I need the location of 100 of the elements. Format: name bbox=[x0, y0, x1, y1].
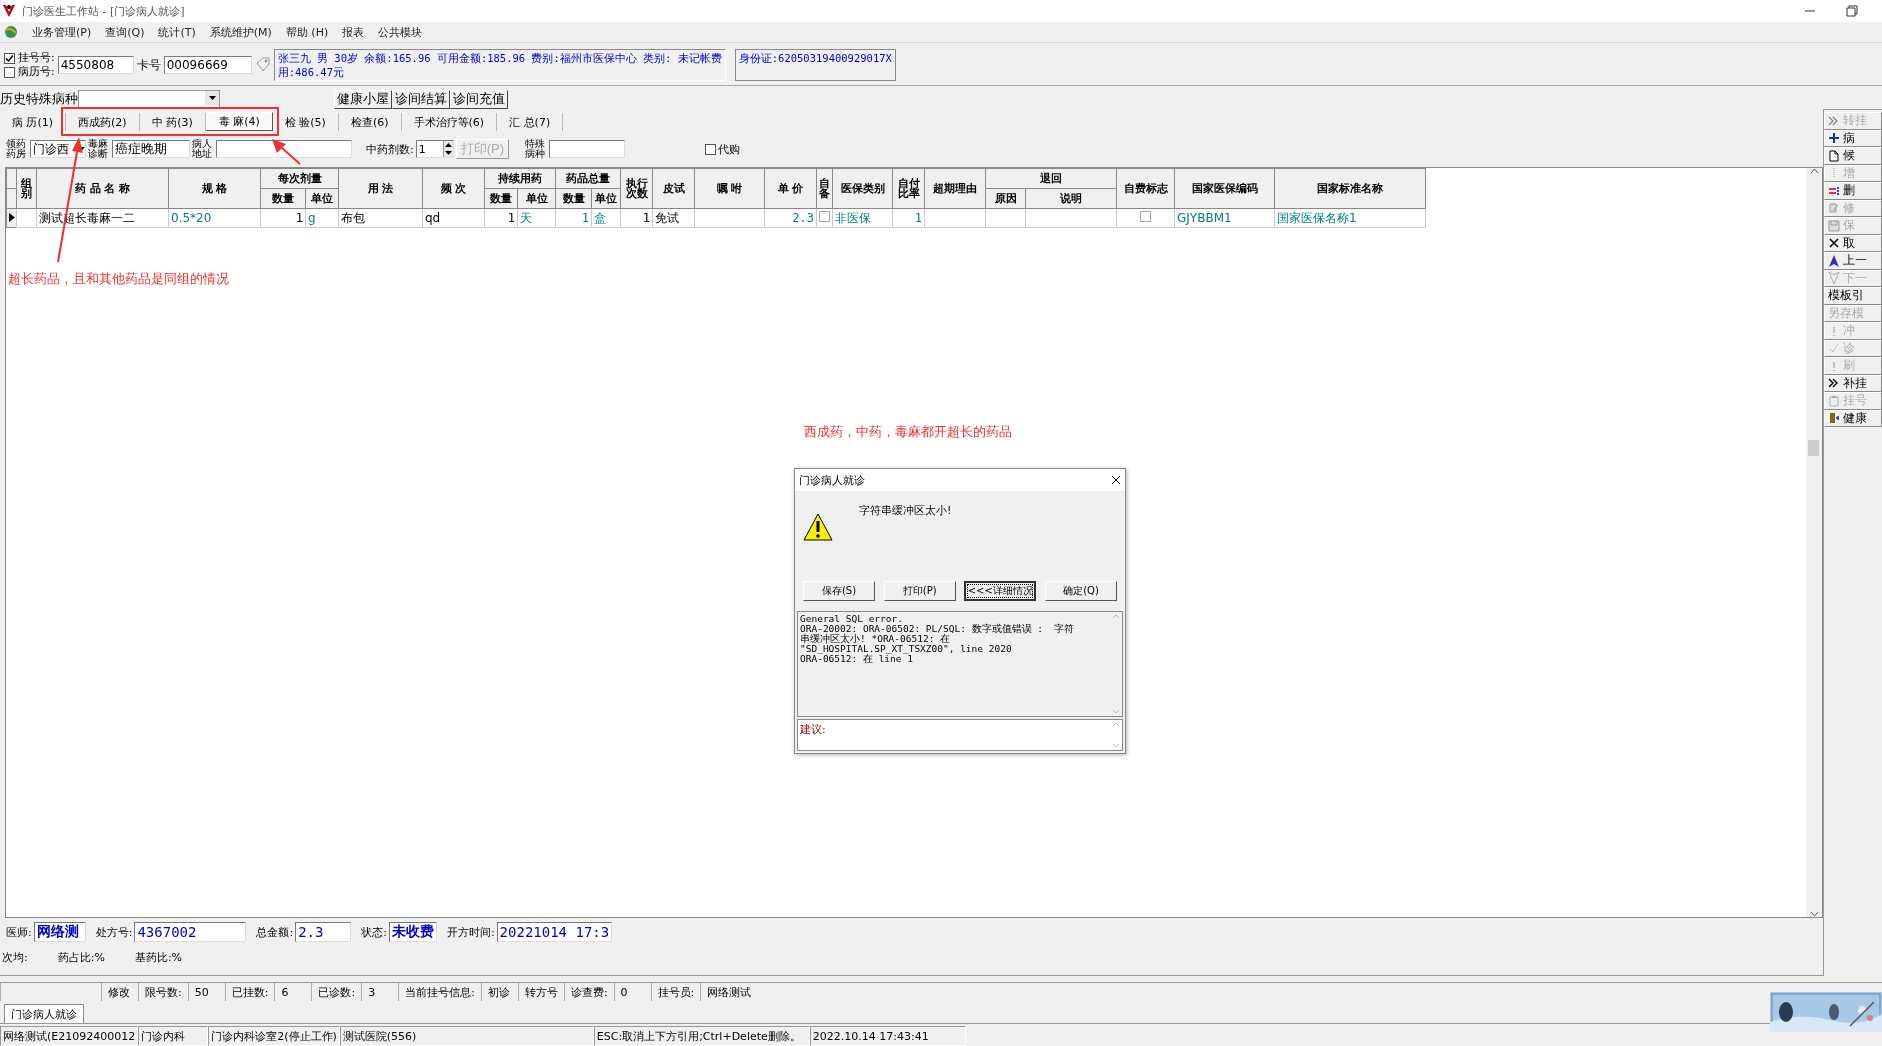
status-cell: 挂号员: bbox=[650, 983, 701, 1001]
window-title: 门诊医生工作站 - [门诊病人就诊] bbox=[22, 3, 185, 19]
close-icon[interactable] bbox=[1111, 475, 1121, 485]
registration-field[interactable]: 4550808 bbox=[57, 56, 134, 74]
tab[interactable]: 检 验(5) bbox=[272, 113, 339, 131]
floppy-icon bbox=[1828, 219, 1840, 232]
checkbox[interactable] bbox=[705, 143, 717, 155]
status-cell: 初诊 bbox=[480, 983, 518, 1001]
column-header: 频 次 bbox=[422, 168, 485, 209]
special-field[interactable] bbox=[549, 140, 626, 158]
double-chevron-icon bbox=[1828, 114, 1840, 127]
doses-spinner[interactable]: 1 bbox=[415, 140, 454, 158]
status-cell: 已诊数: bbox=[311, 983, 362, 1001]
field-label: 状态: bbox=[361, 924, 387, 940]
menu-item[interactable]: 统计(T) bbox=[158, 24, 196, 40]
restore-icon[interactable] bbox=[1846, 5, 1858, 17]
table-cell: 盒 bbox=[591, 208, 621, 228]
dialog-button[interactable]: 打印(P) bbox=[883, 581, 956, 601]
vertical-scrollbar[interactable] bbox=[1806, 168, 1822, 917]
history-label: 历史特殊病种 bbox=[0, 90, 78, 108]
tab[interactable]: 手术治疗等(6) bbox=[401, 113, 498, 131]
checkbox[interactable] bbox=[4, 52, 15, 64]
stat-label: 基药比:% bbox=[134, 950, 183, 966]
annotation-text: 西成药，中药，毒麻都开超长的药品 bbox=[804, 423, 1012, 441]
column-header: 持续用药 bbox=[484, 168, 556, 189]
tab[interactable]: 检查(6) bbox=[338, 113, 402, 131]
toolbar-button[interactable]: 健康小屋 bbox=[334, 89, 392, 109]
field-label: 处方号: bbox=[95, 924, 133, 940]
column-header: 自付比率 bbox=[892, 168, 925, 209]
spin-up-icon[interactable] bbox=[443, 141, 453, 149]
menu-item[interactable]: 系统维护(M) bbox=[209, 24, 272, 40]
arrows-bar-icon bbox=[1828, 184, 1840, 197]
field-label: 医师: bbox=[6, 924, 32, 940]
status-text: 门诊内科 bbox=[138, 1026, 209, 1046]
special-label: 特殊病种 bbox=[525, 139, 547, 159]
diagnosis-field[interactable]: 癌症晚期 bbox=[112, 140, 190, 158]
stat-label: 药占比:% bbox=[57, 950, 105, 966]
column-header: 每次剂量 bbox=[260, 168, 339, 189]
double-chevron-icon bbox=[1828, 377, 1840, 390]
toolbar-button[interactable]: 诊间结算 bbox=[392, 89, 450, 109]
column-header: 退回 bbox=[985, 168, 1117, 189]
column-header: 药品总量 bbox=[555, 168, 621, 189]
column-header: 执行次数 bbox=[620, 168, 653, 209]
table-cell: 1 bbox=[620, 208, 653, 228]
tab[interactable]: 毒 麻(4) bbox=[205, 112, 273, 131]
table-cell: 2.3 bbox=[764, 208, 817, 228]
column-header: 组别 bbox=[16, 168, 37, 209]
toolbar-button[interactable]: 删 bbox=[1824, 182, 1882, 200]
tag-icon[interactable] bbox=[254, 57, 271, 73]
menu-item[interactable]: 报表 bbox=[342, 24, 365, 40]
menu-item[interactable]: 帮助 (H) bbox=[285, 24, 329, 40]
dialog-message: 字符串缓冲区太小! bbox=[859, 503, 952, 519]
spin-down-icon[interactable] bbox=[443, 149, 453, 157]
dialog-button[interactable]: 保存(S) bbox=[803, 581, 875, 601]
checkbox[interactable] bbox=[819, 211, 830, 222]
stat-label: 次均: bbox=[2, 950, 28, 966]
status-cell: 6 bbox=[274, 983, 312, 1001]
status-cell: 诊查费: bbox=[563, 983, 614, 1001]
table-cell: 天 bbox=[517, 208, 556, 228]
option-label: 病历号: bbox=[18, 65, 55, 79]
scroll-thumb[interactable] bbox=[1808, 440, 1819, 456]
checkbox[interactable] bbox=[1140, 211, 1151, 222]
field-value: 4367002 bbox=[134, 922, 247, 942]
scroll-down-icon[interactable] bbox=[1809, 911, 1819, 917]
menu-item[interactable]: 业务管理(P) bbox=[32, 24, 92, 40]
status-text: 2022.10.14 17:43:41 bbox=[809, 1026, 966, 1046]
column-header: 国家医保编码 bbox=[1174, 168, 1275, 209]
column-header: 超期理由 bbox=[924, 168, 986, 209]
dialog-title: 门诊病人就诊 bbox=[799, 472, 865, 488]
menu-item[interactable]: 查询(Q) bbox=[105, 24, 145, 40]
plus-icon bbox=[1828, 132, 1840, 145]
column-header: 药 品 名 称 bbox=[36, 168, 169, 209]
tab[interactable]: 汇 总(7) bbox=[497, 113, 564, 131]
checkbox[interactable] bbox=[4, 66, 15, 78]
current-row-icon bbox=[8, 212, 15, 222]
column-header: 规 格 bbox=[168, 168, 261, 209]
toolbar-button[interactable]: 上一 bbox=[1824, 252, 1882, 270]
warning-icon bbox=[803, 513, 833, 541]
scroll-up-icon[interactable] bbox=[1809, 168, 1819, 174]
tab[interactable]: 西成药(2) bbox=[66, 113, 140, 131]
status-cell: 当前挂号信息: bbox=[398, 983, 481, 1001]
menu-item[interactable]: 公共模块 bbox=[378, 24, 423, 40]
window-tab[interactable]: 门诊病人就诊 bbox=[4, 1004, 84, 1023]
history-combo[interactable] bbox=[78, 90, 220, 108]
pharmacy-combo[interactable]: 门诊西 bbox=[30, 140, 86, 158]
dialog-button[interactable]: <<<详细情况 bbox=[964, 581, 1037, 601]
toolbar-button[interactable]: 候 bbox=[1824, 147, 1882, 165]
toolbar-button[interactable]: 诊间充值 bbox=[450, 89, 508, 109]
status-cell: 3 bbox=[361, 983, 399, 1001]
dialog-button[interactable]: 确定(Q) bbox=[1044, 581, 1117, 601]
address-field[interactable] bbox=[216, 140, 352, 158]
card-field[interactable]: 00096669 bbox=[163, 56, 252, 74]
column-header: 国家标准名称 bbox=[1274, 168, 1426, 209]
clipboard-icon bbox=[1828, 394, 1840, 407]
toolbar-button[interactable]: 模板引 bbox=[1824, 287, 1882, 305]
table-cell: 1 bbox=[555, 208, 592, 228]
detail-line: ORA-06512: 在 line 1 bbox=[800, 654, 913, 664]
annotation-arrow bbox=[272, 139, 301, 165]
tab[interactable]: 病 历(1) bbox=[0, 113, 67, 131]
tab[interactable]: 中 药(3) bbox=[139, 113, 206, 131]
